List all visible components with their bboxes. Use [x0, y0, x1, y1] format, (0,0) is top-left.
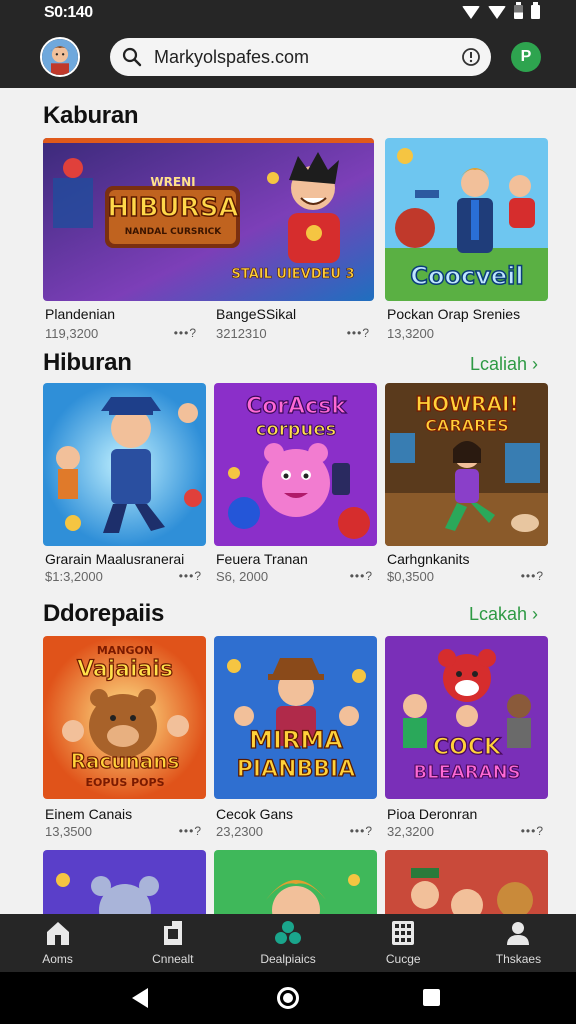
content-feed[interactable]: Kaburan HIBURSA WRENI NANDAL CURSRICK ST…: [0, 88, 576, 914]
app-bar: Markyolspafes.com P: [0, 26, 576, 88]
nav-item-profile[interactable]: Thskaes: [461, 914, 576, 972]
home-icon: [46, 922, 69, 945]
game-meta: $0,3500: [387, 569, 434, 584]
game-title: Plandenian: [45, 306, 116, 322]
back-icon[interactable]: [132, 988, 148, 1008]
game-art-title: MIRMA: [249, 726, 343, 754]
game-title: Pockan Orap Srenies: [387, 306, 521, 322]
search-bar[interactable]: Markyolspafes.com: [110, 38, 491, 76]
nav-label: Cucge: [385, 952, 421, 966]
game-art-title: HOWRAI!: [415, 392, 518, 416]
section-title: Hiburan: [43, 349, 132, 376]
person-icon: [507, 922, 530, 945]
game-art-tagline: NANDAL CURSRICK: [125, 227, 223, 237]
game-art-subtitle: Racunans: [71, 749, 180, 773]
see-more-link[interactable]: Lcaliah ›: [470, 354, 538, 375]
wifi-icon: [462, 5, 480, 19]
game-meta: 13,3500: [45, 824, 92, 839]
rating-dots: •••?: [349, 824, 373, 838]
game-art-subtitle: BLEARANS: [413, 762, 520, 783]
game-art-subtitle: CARARES: [425, 416, 509, 435]
game-thumbnail[interactable]: [385, 850, 548, 914]
battery-saver-icon: [514, 2, 523, 19]
game-art-title: COCK: [433, 735, 502, 760]
game-thumbnail[interactable]: MANGON Vajaiais Racunans EOPUS POPS: [43, 636, 206, 799]
status-time: S0:140: [44, 4, 93, 21]
game-art-subtitle: PIANBBIA: [237, 757, 356, 782]
nav-label: Dealpiaics: [260, 952, 316, 966]
game-thumbnail[interactable]: [43, 850, 206, 914]
info-icon[interactable]: [461, 47, 481, 67]
game-title: Cecok Gans: [216, 806, 294, 822]
game-meta: 23,2300: [216, 824, 263, 839]
game-art-tagline: EOPUS POPS: [85, 776, 164, 789]
game-art-title: Coocveil: [410, 262, 523, 290]
recents-icon[interactable]: [423, 989, 440, 1006]
nav-item-apps[interactable]: Dealpiaics: [230, 914, 345, 972]
section-title: Kaburan: [43, 102, 139, 129]
game-title: Feuera Tranan: [216, 551, 308, 567]
search-icon: [122, 47, 142, 67]
nav-item-content[interactable]: Cnnealt: [115, 914, 230, 972]
game-meta: S6, 2000: [216, 569, 269, 584]
apps-cluster-icon: [275, 921, 301, 944]
game-art-badge: MANGON: [97, 644, 153, 657]
game-thumbnail[interactable]: HIBURSA WRENI NANDAL CURSRICK STAIL UIEV…: [43, 138, 374, 301]
rating-dots: •••?: [520, 569, 544, 583]
rating-dots: •••?: [349, 569, 373, 583]
document-icon: [163, 921, 182, 945]
nav-label: Aoms: [42, 952, 73, 966]
game-thumbnail[interactable]: CorAcsk corpues: [214, 383, 377, 546]
section-title: Ddorepaiis: [43, 600, 165, 627]
rating-dots: •••?: [173, 326, 197, 340]
game-art-title: Vajaiais: [77, 657, 173, 682]
avatar[interactable]: [40, 37, 80, 77]
game-thumbnail[interactable]: [43, 383, 206, 546]
nav-item-home[interactable]: Aoms: [0, 914, 115, 972]
game-title: Grarain Maalusranerai: [45, 551, 185, 567]
rating-dots: •••?: [178, 569, 202, 583]
game-title: Pioa Deronran: [387, 806, 478, 822]
game-title: Einem Canais: [45, 806, 133, 822]
game-art-subtitle: corpues: [256, 419, 337, 440]
status-icons: [462, 2, 540, 19]
signal-icon: [488, 5, 506, 19]
bottom-navigation: Aoms Cnnealt Dealpiaics Cucge Thskaes: [0, 914, 576, 972]
nav-label: Cnnealt: [152, 952, 194, 966]
game-thumbnail[interactable]: MIRMA PIANBBIA: [214, 636, 377, 799]
grid-icon: [392, 921, 415, 945]
game-art-title: HIBURSA: [107, 193, 238, 223]
game-art-footer: STAIL UIEVDEU 3: [231, 267, 354, 282]
game-meta: $1:3,2000: [45, 569, 103, 584]
profile-badge[interactable]: P: [511, 42, 541, 72]
game-art-title: CorAcsk: [246, 394, 347, 419]
game-thumbnail[interactable]: [214, 850, 377, 914]
system-navigation-bar: [0, 972, 576, 1024]
rating-dots: •••?: [178, 824, 202, 838]
game-meta: 3212310: [216, 326, 267, 341]
game-title: BangeSSikal: [216, 306, 297, 322]
nav-label: Thskaes: [495, 952, 542, 966]
rating-dots: •••?: [346, 326, 370, 340]
see-more-link[interactable]: Lcakah ›: [469, 604, 538, 625]
nav-item-grid[interactable]: Cucge: [346, 914, 461, 972]
game-thumbnail[interactable]: Coocveil: [385, 138, 548, 301]
battery-icon: [531, 2, 540, 19]
game-title: Carhgnkanits: [387, 551, 470, 567]
search-input-value[interactable]: Markyolspafes.com: [154, 47, 309, 68]
game-art-subtitle: WRENI: [150, 175, 195, 189]
game-thumbnail[interactable]: COCK BLEARANS: [385, 636, 548, 799]
game-meta: 119,3200: [45, 326, 99, 341]
home-button-icon[interactable]: [277, 987, 299, 1009]
rating-dots: •••?: [520, 824, 544, 838]
game-meta: 32,3200: [387, 824, 434, 839]
game-thumbnail[interactable]: HOWRAI! CARARES: [385, 383, 548, 546]
game-meta: 13,3200: [387, 326, 434, 341]
status-bar: S0:140: [0, 0, 576, 26]
